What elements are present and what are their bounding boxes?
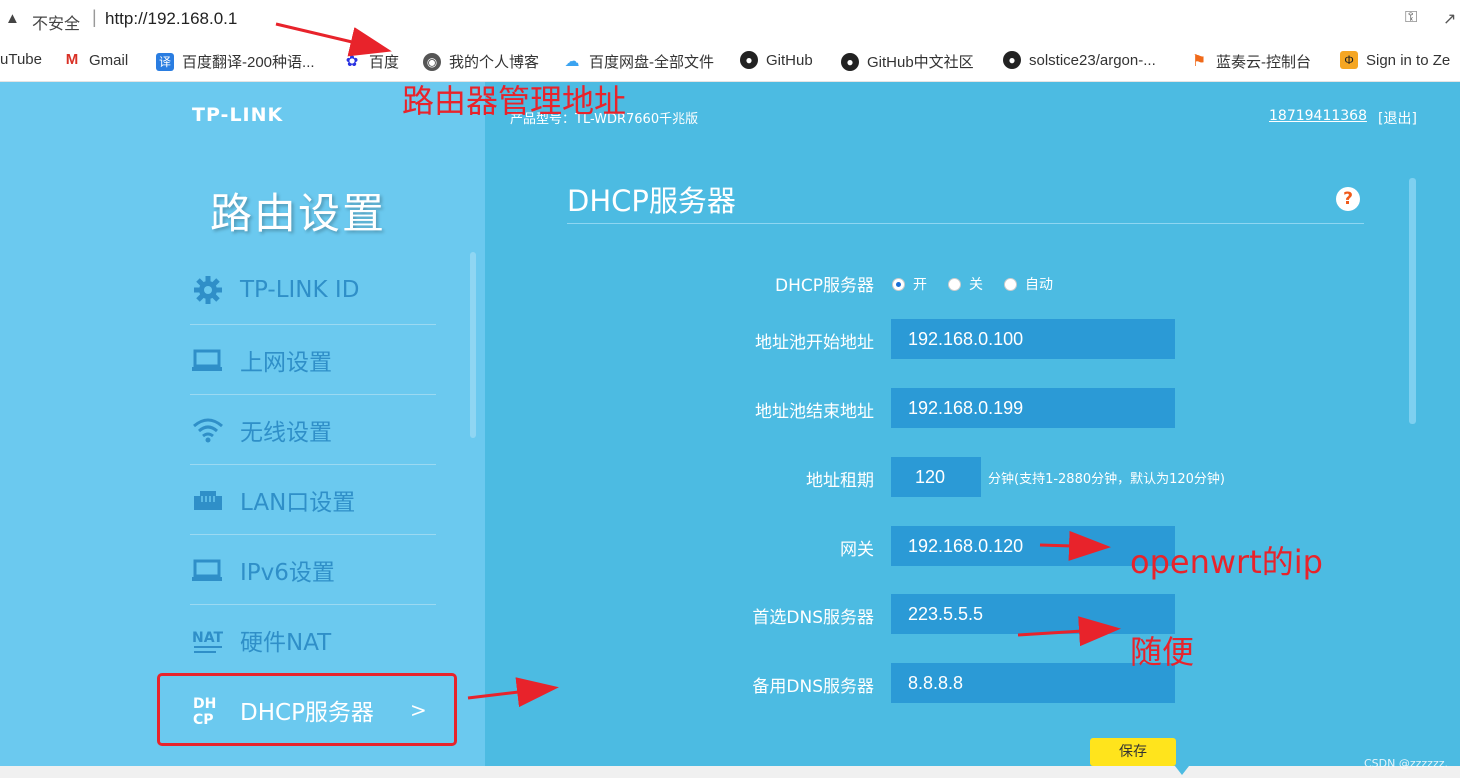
sidebar-item-label: 上网设置 (240, 349, 332, 376)
bookmark-label: uTube (0, 51, 42, 68)
save-pointer-triangle (1175, 766, 1189, 775)
bookmark-github[interactable]: ● GitHub (740, 51, 813, 69)
bottom-strip (0, 766, 1460, 778)
radio-unchecked-icon (1004, 277, 1017, 291)
sidebar-item-label: LAN口设置 (240, 489, 356, 516)
bookmark-label: 百度网盘-全部文件 (589, 54, 714, 71)
sidebar-item-label: 无线设置 (240, 419, 332, 446)
sidebar-title: 路由设置 (210, 189, 387, 238)
annotation-openwrt-ip: openwrt的ip (1130, 543, 1323, 581)
nat-icon: NAT (190, 625, 240, 655)
address-separator: | (92, 7, 97, 27)
address-bar[interactable]: ▲ 不安全 | http://192.168.0.1 ⚿ ↗ (0, 0, 1460, 40)
help-icon[interactable]: ? (1336, 187, 1360, 211)
insecure-label[interactable]: 不安全 (32, 10, 80, 34)
annotation-router-address: 路由器管理地址 (402, 82, 627, 120)
sidebar-item-tplink-id[interactable]: TP-LINK ID (190, 255, 436, 325)
radio-unchecked-icon (948, 277, 961, 291)
radio-on[interactable]: 开 (892, 274, 927, 294)
main-scrollbar[interactable] (1409, 178, 1416, 424)
bookmark-zeabur[interactable]: Φ Sign in to Ze (1340, 51, 1450, 69)
screenshot: ▲ 不安全 | http://192.168.0.1 ⚿ ↗ uTube M G… (0, 0, 1460, 778)
github-icon: ● (1003, 51, 1021, 69)
annotation-highlight-box (157, 673, 457, 746)
lan-port-icon (190, 488, 240, 512)
pool-start-input[interactable]: 192.168.0.100 (891, 319, 1175, 359)
primary-dns-label: 首选DNS服务器 (752, 608, 874, 628)
radio-label: 自动 (1025, 277, 1053, 293)
svg-text:NAT: NAT (192, 630, 223, 646)
sidebar-item-lan[interactable]: LAN口设置 (190, 465, 436, 535)
lease-input[interactable]: 120 (891, 457, 981, 497)
bookmark-baidu[interactable]: ✿ 百度 (343, 51, 399, 72)
sidebar-item-hardware-nat[interactable]: NAT 硬件NAT (190, 605, 436, 675)
cloud-icon: ☁ (563, 52, 581, 71)
bookmark-baidu-translate[interactable]: 译 百度翻译-200种语... (156, 51, 315, 72)
wifi-icon (190, 417, 240, 443)
pool-end-label: 地址池结束地址 (755, 402, 874, 422)
bookmark-label: GitHub (766, 51, 813, 69)
monitor-icon (190, 558, 240, 582)
radio-checked-icon (892, 277, 905, 291)
tp-link-logo: TP-LINK (192, 104, 284, 126)
page-title: DHCP服务器 (567, 184, 736, 218)
watermark: CSDN @zzzzzz. (1364, 757, 1448, 770)
bookmark-lanzou[interactable]: ⚑ 蓝奏云-控制台 (1190, 51, 1311, 72)
bookmark-label: GitHub中文社区 (867, 54, 974, 71)
sidebar-item-label: IPv6设置 (240, 559, 335, 586)
flag-icon: ⚑ (1190, 52, 1208, 71)
key-icon[interactable]: ⚿ (1405, 9, 1417, 27)
pool-end-input[interactable]: 192.168.0.199 (891, 388, 1175, 428)
bookmark-label: 百度翻译-200种语... (182, 54, 315, 71)
bookmark-baidu-pan[interactable]: ☁ 百度网盘-全部文件 (563, 51, 714, 72)
bookmark-label: solstice23/argon-... (1029, 51, 1156, 69)
bookmark-github-cn[interactable]: ● GitHub中文社区 (841, 51, 974, 72)
bookmark-youtube[interactable]: uTube (0, 51, 42, 68)
bookmark-argon[interactable]: ● solstice23/argon-... (1003, 51, 1156, 69)
translate-icon: 译 (156, 52, 174, 71)
lease-label: 地址租期 (806, 471, 874, 491)
logout-link[interactable]: [退出] (1378, 108, 1417, 128)
pool-start-label: 地址池开始地址 (755, 333, 874, 353)
sidebar-item-label: TP-LINK ID (240, 276, 360, 303)
gear-icon (190, 274, 240, 306)
github-icon: ● (841, 52, 859, 71)
bookmarks-bar: uTube M Gmail 译 百度翻译-200种语... ✿ 百度 ◉ 我的个… (0, 40, 1460, 82)
baidu-paw-icon: ✿ (343, 52, 361, 71)
save-button[interactable]: 保存 (1090, 738, 1176, 766)
dhcp-server-label: DHCP服务器 (775, 276, 874, 296)
github-icon: ● (740, 51, 758, 69)
zeabur-icon: Φ (1340, 51, 1358, 69)
lease-note: 分钟(支持1-2880分钟，默认为120分钟) (988, 472, 1226, 487)
annotation-any: 随便 (1130, 633, 1195, 671)
bookmark-label: 百度 (369, 54, 400, 71)
sidebar-item-wireless[interactable]: 无线设置 (190, 395, 436, 465)
secondary-dns-label: 备用DNS服务器 (752, 677, 874, 697)
bookmark-gmail[interactable]: M Gmail (63, 51, 128, 69)
bookmark-label: Sign in to Ze (1366, 51, 1451, 69)
sidebar-item-label: 硬件NAT (240, 629, 332, 656)
monitor-icon (190, 348, 240, 372)
bookmark-label: Gmail (89, 51, 129, 69)
radio-auto[interactable]: 自动 (1004, 274, 1053, 294)
sidebar-scrollbar[interactable] (470, 252, 476, 438)
gmail-icon: M (63, 51, 81, 69)
gateway-label: 网关 (840, 540, 874, 560)
bookmark-blog[interactable]: ◉ 我的个人博客 (423, 51, 539, 72)
radio-off[interactable]: 关 (948, 274, 983, 294)
share-icon[interactable]: ↗ (1443, 9, 1456, 29)
title-divider (567, 223, 1364, 224)
sidebar-item-ipv6[interactable]: IPv6设置 (190, 535, 436, 605)
warning-triangle-icon: ▲ (5, 10, 20, 27)
globe-icon: ◉ (423, 52, 441, 71)
sidebar-item-internet[interactable]: 上网设置 (190, 325, 436, 395)
bookmark-label: 蓝奏云-控制台 (1216, 54, 1311, 71)
bookmark-label: 我的个人博客 (449, 54, 540, 71)
url-text[interactable]: http://192.168.0.1 (105, 9, 237, 29)
user-account-link[interactable]: 18719411368 (1269, 108, 1367, 124)
radio-label: 关 (969, 277, 983, 293)
radio-label: 开 (913, 277, 927, 293)
